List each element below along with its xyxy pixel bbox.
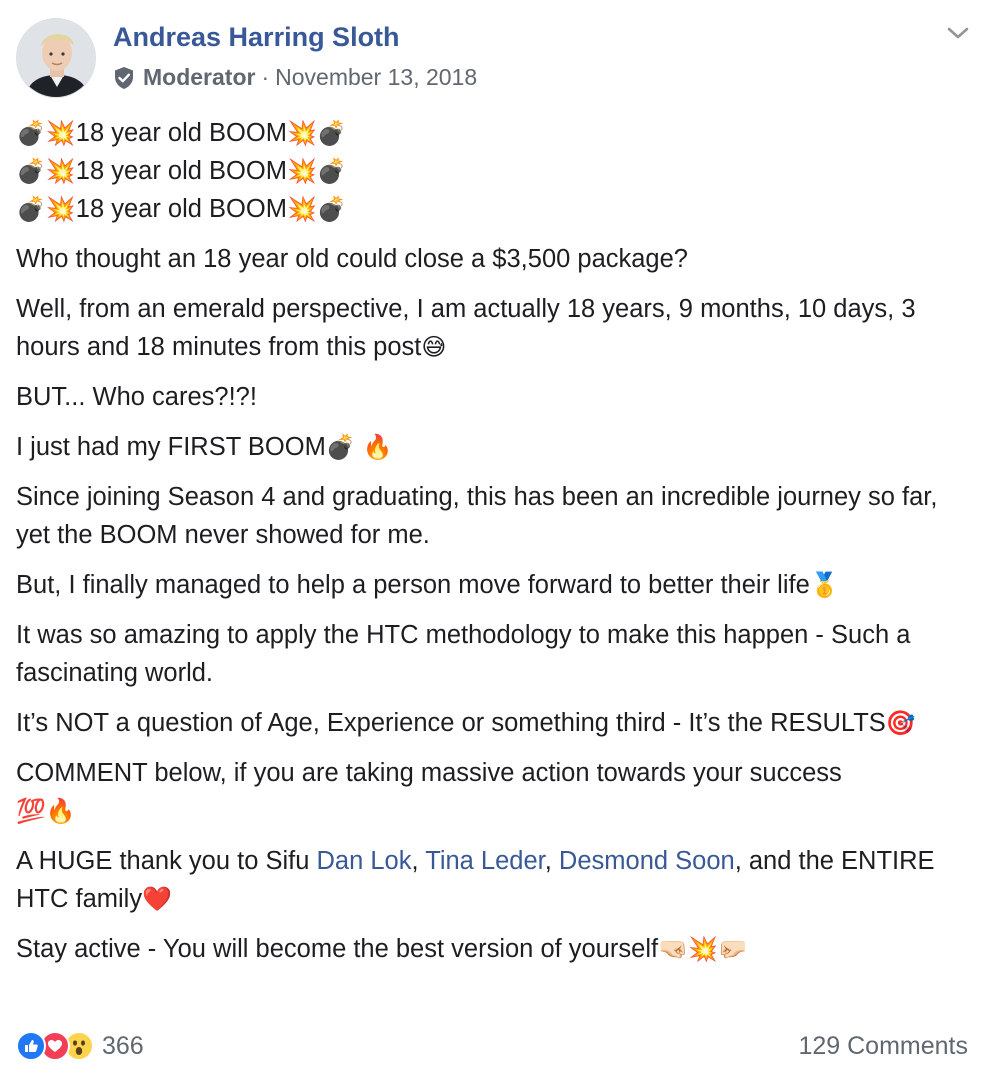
author-name[interactable]: Andreas Harring Sloth bbox=[113, 22, 400, 53]
bomb-emoji-icon: 💣 bbox=[16, 119, 46, 147]
hundred-emoji-icon: 💯 bbox=[16, 797, 46, 825]
bomb-emoji-icon: 💣 bbox=[316, 195, 347, 223]
paragraph-2-text: Well, from an emerald perspective, I am … bbox=[16, 295, 916, 361]
paragraph-3: BUT... Who cares?!?! bbox=[16, 383, 257, 411]
paragraph-10: A HUGE thank you to Sifu Dan Lok, Tina L… bbox=[16, 842, 966, 918]
mention-separator: , bbox=[411, 847, 426, 875]
heart-emoji-icon: ❤️ bbox=[142, 885, 172, 913]
sweat-smile-emoji-icon: 😅 bbox=[421, 333, 447, 361]
paragraph-5: Since joining Season 4 and graduating, t… bbox=[16, 483, 938, 549]
bomb-emoji-icon: 💣 bbox=[316, 119, 347, 147]
boom-line-text: 18 year old BOOM bbox=[75, 157, 287, 185]
reactions-summary[interactable]: 366 bbox=[16, 1031, 144, 1061]
like-icon bbox=[16, 1031, 46, 1061]
collision-emoji-icon: 💥 bbox=[286, 195, 317, 223]
paragraph-2: Well, from an emerald perspective, I am … bbox=[16, 290, 966, 366]
mention-desmond-soon[interactable]: Desmond Soon bbox=[559, 847, 735, 875]
reaction-count: 366 bbox=[102, 1031, 144, 1060]
paragraph-6-text: But, I finally managed to help a person … bbox=[16, 571, 810, 599]
collision-emoji-icon: 💥 bbox=[45, 195, 76, 223]
paragraph-8: It’s NOT a question of Age, Experience o… bbox=[16, 704, 966, 742]
moderator-badge: Moderator bbox=[143, 64, 256, 90]
bomb-emoji-icon: 💣 bbox=[16, 195, 46, 223]
target-emoji-icon: 🎯 bbox=[885, 709, 916, 737]
boom-line-text: 18 year old BOOM bbox=[75, 195, 287, 223]
fist-right-emoji-icon: 🤛🏻 bbox=[717, 935, 748, 963]
boom-line: 💣💥18 year old BOOM💥💣 bbox=[16, 152, 966, 190]
reaction-icons bbox=[16, 1031, 94, 1061]
boom-line: 💣💥18 year old BOOM💥💣 bbox=[16, 190, 966, 228]
paragraph-10-text: A HUGE thank you to Sifu bbox=[16, 847, 317, 875]
bomb-emoji-icon: 💣 bbox=[316, 157, 347, 185]
paragraph-7: It was so amazing to apply the HTC metho… bbox=[16, 621, 911, 687]
mention-separator: , bbox=[544, 847, 559, 875]
post-timestamp[interactable]: November 13, 2018 bbox=[275, 64, 477, 91]
mention-tina-leder[interactable]: Tina Leder bbox=[425, 847, 545, 875]
paragraph-11: Stay active - You will become the best v… bbox=[16, 930, 966, 968]
paragraph-4-text: I just had my FIRST BOOM bbox=[16, 433, 326, 461]
group-post: Andreas Harring Sloth Moderator · Novemb… bbox=[0, 0, 986, 1084]
author-avatar[interactable] bbox=[16, 18, 96, 98]
paragraph-8-text: It’s NOT a question of Age, Experience o… bbox=[16, 709, 886, 737]
post-footer: 366 129 Comments bbox=[16, 1024, 968, 1068]
medal-emoji-icon: 🥇 bbox=[809, 571, 840, 599]
collision-emoji-icon: 💥 bbox=[45, 119, 76, 147]
comments-count-link[interactable]: 129 Comments bbox=[798, 1032, 968, 1061]
collision-emoji-icon: 💥 bbox=[286, 119, 317, 147]
collision-emoji-icon: 💥 bbox=[45, 157, 76, 185]
paragraph-9-text: COMMENT below, if you are taking massive… bbox=[16, 759, 842, 787]
post-meta: Moderator · November 13, 2018 bbox=[113, 64, 477, 91]
fist-left-emoji-icon: 🤜🏻 bbox=[658, 935, 688, 963]
paragraph-11-text: Stay active - You will become the best v… bbox=[16, 935, 659, 963]
paragraph-9: COMMENT below, if you are taking massive… bbox=[16, 754, 966, 830]
paragraph-1: Who thought an 18 year old could close a… bbox=[16, 245, 688, 273]
fire-emoji-icon: 🔥 bbox=[45, 797, 76, 825]
collision-emoji-icon: 💥 bbox=[286, 157, 317, 185]
paragraph-4: I just had my FIRST BOOM💣 🔥 bbox=[16, 428, 966, 466]
collision-emoji-icon: 💥 bbox=[687, 935, 718, 963]
boom-line-text: 18 year old BOOM bbox=[75, 119, 287, 147]
post-body: 💣💥18 year old BOOM💥💣 💣💥18 year old BOOM💥… bbox=[16, 114, 966, 980]
fire-emoji-icon: 🔥 bbox=[362, 433, 393, 461]
mention-dan-lok[interactable]: Dan Lok bbox=[316, 847, 411, 875]
moderator-shield-icon bbox=[113, 66, 135, 90]
paragraph-6: But, I finally managed to help a person … bbox=[16, 566, 966, 604]
bomb-emoji-icon: 💣 bbox=[16, 157, 46, 185]
boom-line: 💣💥18 year old BOOM💥💣 bbox=[16, 114, 966, 152]
chevron-down-icon[interactable] bbox=[944, 22, 972, 44]
bomb-emoji-icon: 💣 bbox=[325, 433, 356, 461]
meta-separator: · bbox=[261, 64, 270, 90]
